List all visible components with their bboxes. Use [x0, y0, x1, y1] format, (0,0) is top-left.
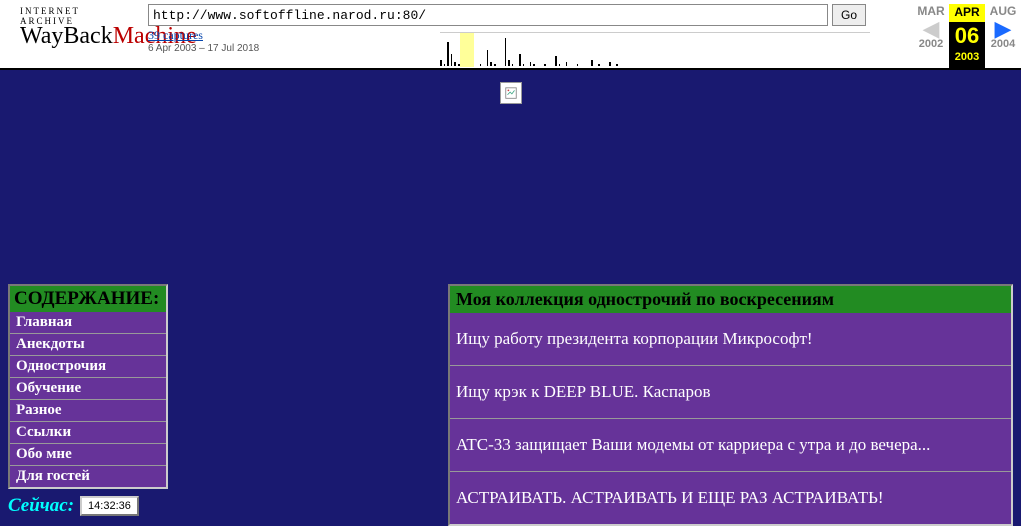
- sparkline-bar: [512, 64, 514, 66]
- clock-time: 14:32:36: [80, 496, 139, 516]
- sidebar-item-raznoe[interactable]: Разное: [10, 400, 166, 422]
- sparkline-bar: [440, 60, 442, 66]
- sidebar: СОДЕРЖАНИЕ: Главная Анекдоты Однострочия…: [8, 284, 168, 517]
- arrow-right-icon: ▶: [985, 20, 1021, 38]
- content-box: Моя коллекция однострочий по воскресения…: [448, 284, 1013, 526]
- sparkline-bar: [544, 64, 546, 66]
- sparkline-bar: [555, 56, 557, 66]
- sparkline-bar: [480, 64, 482, 66]
- nav-next-year: 2004: [985, 37, 1021, 51]
- sparkline-bar: [616, 64, 618, 66]
- sidebar-item-odnostrochia[interactable]: Однострочия: [10, 356, 166, 378]
- sparkline-bar: [609, 62, 611, 66]
- sidebar-item-obomne[interactable]: Обо мне: [10, 444, 166, 466]
- sparkline-bar: [447, 42, 449, 66]
- sparkline-bar: [490, 62, 492, 66]
- clock-row: Сейчас: 14:32:36: [8, 495, 168, 517]
- sparkline-bar: [444, 64, 446, 66]
- sidebar-title: СОДЕРЖАНИЕ:: [10, 286, 166, 312]
- broken-image-icon: [500, 82, 522, 104]
- nav-next[interactable]: AUG ▶ 2004: [985, 4, 1021, 68]
- sparkline-bar: [505, 38, 507, 66]
- wayback-date-nav: MAR ◀ 2002 APR 06 2003 AUG ▶ 2004: [913, 0, 1021, 68]
- content-row: Ищу крэк к DEEP BLUE. Каспаров: [450, 366, 1011, 419]
- nav-cur-month: APR: [949, 4, 985, 22]
- logo-text-main: WayBackMachine: [20, 26, 132, 48]
- sidebar-item-dlyagostei[interactable]: Для гостей: [10, 466, 166, 487]
- sparkline-bar: [451, 54, 453, 66]
- nav-cur-day: 06: [949, 22, 985, 51]
- go-button[interactable]: Go: [832, 4, 866, 26]
- sparkline-bar: [508, 60, 510, 66]
- sparkline-bar: [494, 64, 496, 66]
- sparkline-bar: [577, 64, 579, 66]
- content-row: АСТРАИВАТЬ. АСТРАИВАТЬ И ЕЩЕ РАЗ АСТРАИВ…: [450, 472, 1011, 524]
- sparkline-bar: [454, 62, 456, 66]
- sparkline-bar: [591, 60, 593, 66]
- sidebar-item-ssylki[interactable]: Ссылки: [10, 422, 166, 444]
- sparkline-bar: [487, 50, 489, 66]
- content: Моя коллекция однострочий по воскресения…: [448, 284, 1013, 526]
- sparkline-bar: [523, 64, 525, 66]
- nav-prev-year: 2002: [913, 37, 949, 51]
- sparkline-current-year-highlight: [460, 33, 474, 67]
- content-row: Ищу работу президента корпорации Микросо…: [450, 313, 1011, 366]
- url-input[interactable]: [148, 4, 828, 26]
- content-row: ATC-33 защищает Ваши модемы от карриера …: [450, 419, 1011, 472]
- sidebar-menu: СОДЕРЖАНИЕ: Главная Анекдоты Однострочия…: [8, 284, 168, 489]
- sparkline-bar: [559, 64, 561, 66]
- nav-current: APR 06 2003: [949, 4, 985, 68]
- content-title: Моя коллекция однострочий по воскресения…: [450, 286, 1011, 313]
- wayback-center: Go 39 captures 6 Apr 2003 – 17 Jul 2018: [140, 0, 913, 68]
- captures-link[interactable]: 39 captures: [148, 28, 203, 42]
- sparkline-bar: [519, 54, 521, 66]
- sidebar-item-home[interactable]: Главная: [10, 312, 166, 334]
- sparkline-bar: [598, 64, 600, 66]
- arrow-left-icon: ◀: [913, 20, 949, 38]
- nav-prev[interactable]: MAR ◀ 2002: [913, 4, 949, 68]
- wayback-toolbar: INTERNET ARCHIVE WayBackMachine Go 39 ca…: [0, 0, 1021, 70]
- sidebar-item-obuchenie[interactable]: Обучение: [10, 378, 166, 400]
- nav-cur-year: 2003: [949, 50, 985, 64]
- clock-label: Сейчас:: [8, 495, 74, 517]
- sidebar-item-anekdoty[interactable]: Анекдоты: [10, 334, 166, 356]
- sparkline-bar: [566, 62, 568, 66]
- sparkline-bar: [530, 62, 532, 66]
- sparkline-bar: [533, 64, 535, 66]
- wayback-logo[interactable]: INTERNET ARCHIVE WayBackMachine: [0, 0, 140, 68]
- capture-sparkline[interactable]: [440, 32, 870, 66]
